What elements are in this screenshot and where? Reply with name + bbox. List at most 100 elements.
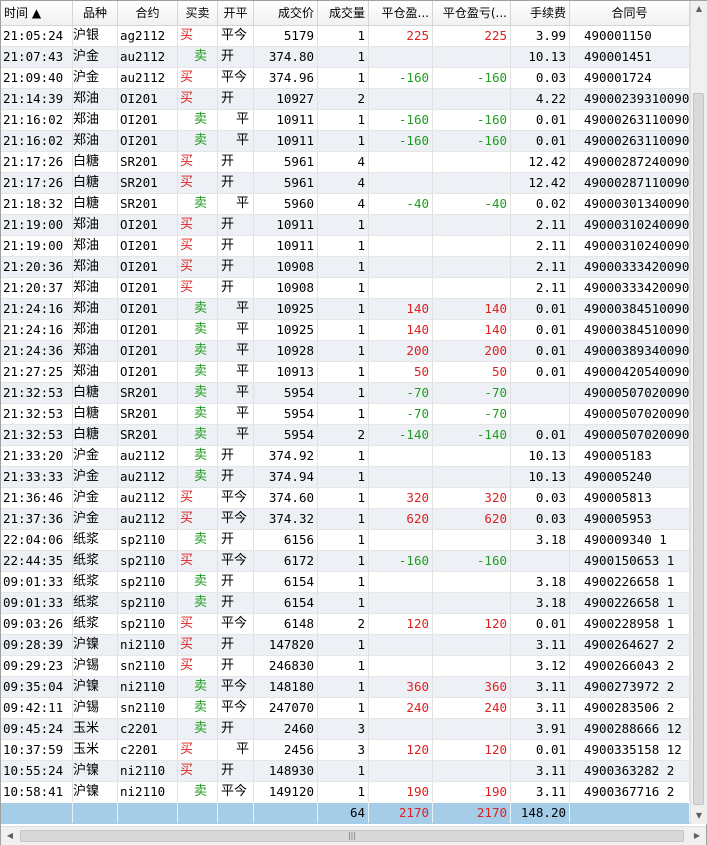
column-header-qty[interactable]: 成交量 (318, 1, 369, 25)
table-row[interactable]: 22:04:06 纸浆 sp2110 卖开 6156 1 3.18 490009340 1 (1, 530, 690, 551)
cell-fee: 0.03 (511, 68, 570, 88)
scroll-right-arrow-icon[interactable]: ▶ (689, 828, 705, 844)
table-row[interactable]: 21:17:26 白糖 SR201 买开 5961 4 12.42 4900028711009… (1, 173, 690, 194)
table-row[interactable]: 10:37:59 玉米 c2201 买平 2456 3 120 120 0.01 49003351… (1, 740, 690, 761)
column-header-time[interactable]: 时间 ▲ (1, 1, 73, 25)
cell-fee (511, 404, 570, 424)
table-row[interactable]: 21:27:25 郑油 OI201 卖平 10913 1 50 50 0.01 490004205… (1, 362, 690, 383)
table-row[interactable]: 09:42:11 沪锡 sn2110 卖平今 247070 1 240 240 3.11 4900… (1, 698, 690, 719)
cell-variety: 沪金 (73, 446, 118, 466)
cell-openclose: 平今 (218, 677, 254, 697)
table-row[interactable]: 09:29:23 沪锡 sn2110 买开 246830 1 3.12 4900266043 … (1, 656, 690, 677)
table-row[interactable]: 21:20:37 郑油 OI201 买开 10908 1 2.11 4900033342009… (1, 278, 690, 299)
column-header-openclose[interactable]: 开平 (218, 1, 254, 25)
cell-fee: 3.18 (511, 530, 570, 550)
table-row[interactable]: 21:14:39 郑油 OI201 买开 10927 2 4.22 4900023931009… (1, 89, 690, 110)
table-row[interactable]: 09:01:33 纸浆 sp2110 卖开 6154 1 3.18 4900226658 1 (1, 572, 690, 593)
cell-closepl2 (433, 593, 511, 613)
scroll-left-arrow-icon[interactable]: ◀ (2, 828, 18, 844)
cell-contract: au2112 (118, 47, 178, 67)
column-header-price[interactable]: 成交价 (254, 1, 318, 25)
cell-qty: 1 (318, 488, 369, 508)
cell-contract: OI201 (118, 257, 178, 277)
horizontal-scrollbar[interactable]: ◀ ||| ▶ (1, 826, 706, 845)
cell-contract: ni2110 (118, 761, 178, 781)
table-row[interactable]: 09:35:04 沪镍 ni2110 卖平今 148180 1 360 360 3.11 4900… (1, 677, 690, 698)
column-header-fee[interactable]: 手续费 (511, 1, 570, 25)
cell-openclose: 平 (218, 362, 254, 382)
table-row[interactable]: 21:16:02 郑油 OI201 卖平 10911 1 -160 -160 0.01 49000… (1, 131, 690, 152)
cell-contract: SR201 (118, 425, 178, 445)
table-row[interactable]: 21:16:02 郑油 OI201 卖平 10911 1 -160 -160 0.01 49000… (1, 110, 690, 131)
cell-price: 374.92 (254, 446, 318, 466)
table-row[interactable]: 21:33:20 沪金 au2112 卖开 374.92 1 10.13 490005183 (1, 446, 690, 467)
cell-openclose: 开 (218, 236, 254, 256)
table-body[interactable]: 21:05:24 沪银 ag2112 买平今 5179 1 225 225 3.99 490001… (1, 26, 690, 802)
cell-contract_no: 490003845100900 (570, 320, 690, 340)
vertical-scroll-thumb[interactable] (693, 93, 704, 805)
table-row[interactable]: 09:03:26 纸浆 sp2110 买平今 6148 2 120 120 0.01 490022… (1, 614, 690, 635)
cell-time: 10:55:24 (1, 761, 73, 781)
cell-time: 21:19:00 (1, 236, 73, 256)
column-header-closepl2[interactable]: 平仓盈亏(... (433, 1, 511, 25)
cell-variety: 沪镍 (73, 782, 118, 802)
cell-openclose: 平 (218, 383, 254, 403)
table-row[interactable]: 09:45:24 玉米 c2201 卖开 2460 3 3.91 4900288666 12 (1, 719, 690, 740)
table-row[interactable]: 10:58:41 沪镍 ni2110 卖平今 149120 1 190 190 3.11 4900… (1, 782, 690, 802)
cell-contract_no: 490005240 (570, 467, 690, 487)
table-row[interactable]: 21:07:43 沪金 au2112 卖开 374.80 1 10.13 490001451 (1, 47, 690, 68)
table-row[interactable]: 21:33:33 沪金 au2112 卖开 374.94 1 10.13 490005240 (1, 467, 690, 488)
table-row[interactable]: 22:44:35 纸浆 sp2110 买平今 6172 1 -160 -160 49001506… (1, 551, 690, 572)
column-header-side[interactable]: 买卖 (178, 1, 218, 25)
table-row[interactable]: 21:24:16 郑油 OI201 卖平 10925 1 140 140 0.01 4900038… (1, 320, 690, 341)
column-header-contract[interactable]: 合约 (118, 1, 178, 25)
cell-price: 147820 (254, 635, 318, 655)
table-row[interactable]: 09:28:39 沪镍 ni2110 买开 147820 1 3.11 4900264627 … (1, 635, 690, 656)
cell-side: 卖 (178, 782, 218, 802)
table-row[interactable]: 21:24:16 郑油 OI201 卖平 10925 1 140 140 0.01 4900038… (1, 299, 690, 320)
table-row[interactable]: 21:18:32 白糖 SR201 卖平 5960 4 -40 -40 0.02 49000301… (1, 194, 690, 215)
cell-closepl2: 620 (433, 509, 511, 529)
table-row[interactable]: 10:55:24 沪镍 ni2110 买开 148930 1 3.11 4900363282 … (1, 761, 690, 782)
vertical-scrollbar[interactable]: ▲ ▼ (690, 1, 707, 824)
cell-fee (511, 551, 570, 571)
cell-fee: 2.11 (511, 257, 570, 277)
cell-closepl: 120 (369, 614, 433, 634)
cell-openclose: 开 (218, 530, 254, 550)
table-row[interactable]: 21:19:00 郑油 OI201 买开 10911 1 2.11 4900031024009… (1, 215, 690, 236)
column-header-variety[interactable]: 品种 (73, 1, 118, 25)
cell-fee: 3.11 (511, 782, 570, 802)
cell-closepl2: 140 (433, 320, 511, 340)
table-row[interactable]: 21:09:40 沪金 au2112 买平今 374.96 1 -160 -160 0.03 49… (1, 68, 690, 89)
table-row[interactable]: 09:01:33 纸浆 sp2110 卖开 6154 1 3.18 4900226658 1 (1, 593, 690, 614)
cell-contract: ag2112 (118, 26, 178, 46)
cell-qty: 2 (318, 89, 369, 109)
horizontal-scroll-thumb[interactable]: ||| (20, 830, 684, 842)
cell-contract: au2112 (118, 488, 178, 508)
column-header-contract_no[interactable]: 合同号 (570, 1, 690, 25)
scroll-up-arrow-icon[interactable]: ▲ (691, 1, 707, 17)
scroll-down-arrow-icon[interactable]: ▼ (691, 808, 707, 824)
table-row[interactable]: 21:19:00 郑油 OI201 买开 10911 1 2.11 4900031024009… (1, 236, 690, 257)
cell-contract_no: 490002393100900 (570, 89, 690, 109)
table-row[interactable]: 21:32:53 白糖 SR201 卖平 5954 1 -70 -70 490005070200… (1, 404, 690, 425)
table-row[interactable]: 21:32:53 白糖 SR201 卖平 5954 1 -70 -70 490005070200… (1, 383, 690, 404)
cell-variety: 沪金 (73, 467, 118, 487)
cell-closepl: 190 (369, 782, 433, 802)
table-row[interactable]: 21:05:24 沪银 ag2112 买平今 5179 1 225 225 3.99 490001… (1, 26, 690, 47)
table-row[interactable]: 21:32:53 白糖 SR201 卖平 5954 2 -140 -140 0.01 490005… (1, 425, 690, 446)
cell-openclose: 平 (218, 404, 254, 424)
table-row[interactable]: 21:20:36 郑油 OI201 买开 10908 1 2.11 4900033342009… (1, 257, 690, 278)
table-row[interactable]: 21:17:26 白糖 SR201 买开 5961 4 12.42 4900028724009… (1, 152, 690, 173)
cell-contract_no: 4900335158 12 (570, 740, 690, 760)
table-row[interactable]: 21:36:46 沪金 au2112 买平今 374.60 1 320 320 0.03 4900… (1, 488, 690, 509)
column-header-closepl[interactable]: 平仓盈... (369, 1, 433, 25)
cell-time: 22:44:35 (1, 551, 73, 571)
cell-variety: 沪镍 (73, 635, 118, 655)
cell-time: 21:33:20 (1, 446, 73, 466)
table-row[interactable]: 21:37:36 沪金 au2112 买平今 374.32 1 620 620 0.03 4900… (1, 509, 690, 530)
table-row[interactable]: 21:24:36 郑油 OI201 卖平 10928 1 200 200 0.01 4900038… (1, 341, 690, 362)
cell-contract_no: 4900228958 1 (570, 614, 690, 634)
cell-price: 10911 (254, 236, 318, 256)
cell-time: 21:32:53 (1, 404, 73, 424)
